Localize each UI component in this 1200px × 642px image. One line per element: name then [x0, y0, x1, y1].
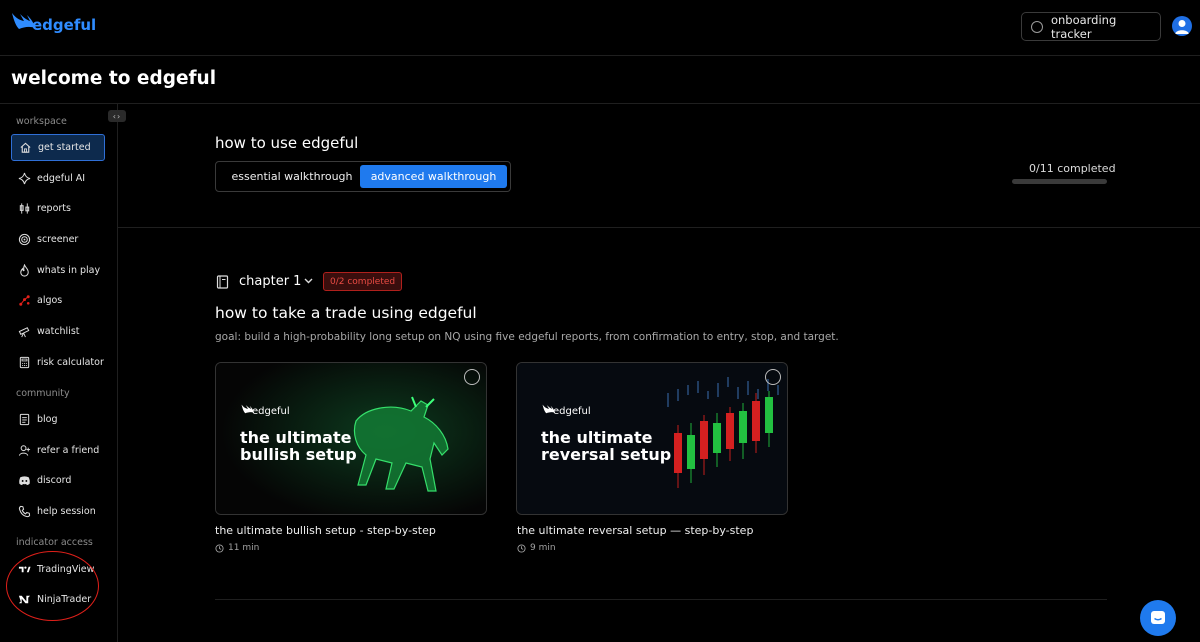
sidebar-item-blog[interactable]: blog — [11, 406, 105, 433]
discord-icon — [19, 476, 30, 486]
sidebar-item-label: whats in play — [37, 265, 101, 276]
status-badge: 0/2 completed — [323, 272, 403, 291]
chapter-goal: goal: build a high-probability long setu… — [215, 331, 839, 343]
tab-advanced-walkthrough[interactable]: advanced walkthrough — [360, 165, 507, 188]
thumbnail-heading-line: bullish setup — [240, 445, 357, 464]
sidebar-item-label: help session — [37, 506, 96, 517]
chat-icon — [1151, 611, 1165, 624]
sidebar-section-indicator-access: indicator access — [16, 537, 93, 548]
sidebar-item-label: edgeful AI — [37, 173, 86, 184]
logo[interactable]: edgeful — [10, 10, 96, 36]
progress-text: 0/11 completed — [1029, 162, 1116, 175]
user-icon — [1175, 20, 1189, 34]
sidebar-item-label: algos — [37, 295, 63, 306]
sidebar-item-screener[interactable]: screener — [11, 226, 105, 253]
divider — [118, 227, 1200, 228]
sidebar-item-reports[interactable]: reports — [11, 195, 105, 222]
chapter-label[interactable]: chapter 1 — [239, 274, 301, 289]
thumbnail-heading-line: the ultimate — [240, 428, 352, 447]
clock-icon — [517, 543, 526, 553]
sidebar-item-get-started[interactable]: get started — [11, 134, 105, 161]
sidebar-item-algos[interactable]: algos — [11, 287, 105, 314]
video-card-reversal[interactable]: edgeful the ultimate reversal setup — [516, 362, 788, 515]
sparkle-icon — [18, 172, 31, 185]
user-plus-icon — [18, 445, 31, 456]
completion-circle-icon[interactable] — [464, 369, 480, 385]
sidebar-item-discord[interactable]: discord — [11, 467, 105, 494]
sidebar-item-risk-calculator[interactable]: risk calculator — [11, 349, 105, 376]
how-to-title: how to use edgeful — [215, 134, 359, 152]
sidebar-section-workspace: workspace — [16, 116, 67, 127]
sidebar-item-watchlist[interactable]: watchlist — [11, 318, 105, 345]
divider — [215, 599, 1107, 600]
video-card-bullish[interactable]: edgeful the ultimate bullish setup — [215, 362, 487, 515]
highlight-annotation-circle — [6, 551, 99, 621]
flame-icon — [20, 264, 29, 277]
chapter-title: how to take a trade using edgeful — [215, 304, 477, 322]
sidebar-item-label: blog — [37, 414, 58, 425]
progress-bar — [1012, 179, 1107, 184]
book-icon — [216, 275, 229, 289]
sidebar-item-label: refer a friend — [37, 445, 100, 456]
sidebar-item-help-session[interactable]: help session — [11, 498, 105, 525]
completion-circle-icon[interactable] — [765, 369, 781, 385]
avatar[interactable] — [1172, 16, 1192, 36]
onboarding-tracker-label: onboarding tracker — [1050, 12, 1117, 41]
network-icon — [19, 295, 30, 306]
video-duration: 9 min — [517, 543, 556, 553]
calculator-icon — [19, 356, 30, 369]
sidebar-item-edgeful-ai[interactable]: edgeful AI — [11, 165, 105, 192]
thumbnail-logo: edgeful — [541, 403, 591, 417]
thumbnail-logo: edgeful — [240, 403, 290, 417]
logo-text: edgeful — [32, 16, 97, 34]
phone-icon — [18, 505, 31, 518]
top-bar: edgeful onboarding tracker — [0, 0, 1200, 56]
sidebar-item-label: risk calculator — [37, 357, 104, 368]
home-icon — [20, 142, 31, 153]
thumbnail-logo-text: edgeful — [252, 406, 290, 417]
clock-icon — [215, 543, 224, 553]
page-title: welcome to edgeful — [11, 68, 217, 89]
onboarding-tracker-button[interactable]: onboarding tracker — [1021, 12, 1161, 41]
target-icon — [18, 233, 31, 246]
sidebar-item-label: watchlist — [37, 326, 80, 337]
title-bar: welcome to edgeful — [0, 56, 1200, 104]
sidebar-item-refer-a-friend[interactable]: refer a friend — [11, 437, 105, 464]
thumbnail-logo-text: edgeful — [553, 406, 591, 417]
chevron-down-icon[interactable] — [303, 277, 314, 285]
sidebar-item-label: reports — [37, 203, 71, 214]
thumbnail-heading-line: the ultimate — [541, 428, 653, 447]
telescope-icon — [18, 327, 30, 338]
walkthrough-toggle: essential walkthrough advanced walkthrou… — [215, 161, 511, 192]
video-caption[interactable]: the ultimate reversal setup — step-by-st… — [517, 524, 753, 537]
thumbnail-heading: the ultimate reversal setup — [541, 429, 671, 463]
candlestick-icon — [19, 203, 30, 214]
tab-essential-walkthrough[interactable]: essential walkthrough — [222, 165, 362, 188]
sidebar-item-label: get started — [38, 142, 91, 153]
video-duration: 11 min — [215, 543, 259, 553]
document-icon — [19, 413, 30, 426]
thumbnail-heading-line: reversal setup — [541, 445, 672, 464]
duration-text: 11 min — [228, 543, 260, 553]
duration-text: 9 min — [530, 543, 556, 553]
sidebar-item-label: discord — [37, 475, 72, 486]
sidebar-section-community: community — [16, 388, 70, 399]
video-caption[interactable]: the ultimate bullish setup - step-by-ste… — [215, 524, 436, 537]
sidebar-item-whats-in-play[interactable]: whats in play — [11, 257, 105, 284]
sidebar-item-label: screener — [37, 234, 79, 245]
circle-icon — [1031, 20, 1043, 33]
chat-support-button[interactable] — [1140, 600, 1176, 636]
thumbnail-heading: the ultimate bullish setup — [240, 429, 357, 463]
